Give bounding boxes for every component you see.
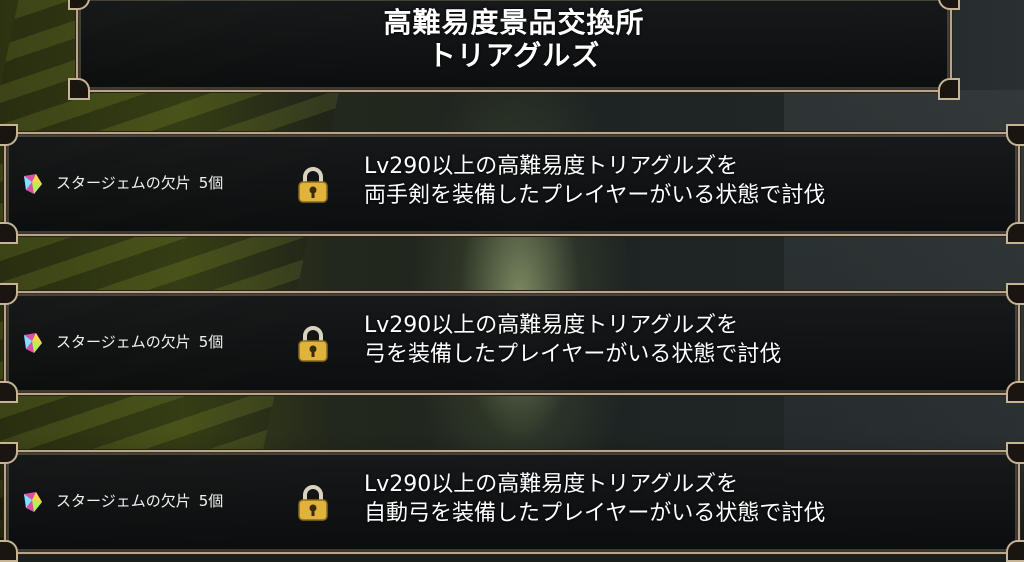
- frame-corner: [0, 222, 18, 244]
- condition-line1: Lv290以上の高難易度トリアグルズを: [364, 313, 739, 338]
- frame-corner: [0, 124, 18, 146]
- reward-item-name: スタージェムの欠片: [56, 492, 191, 510]
- frame-corner: [1006, 124, 1024, 146]
- condition-line1: Lv290以上の高難易度トリアグルズを: [364, 154, 739, 179]
- condition-line2: 弓を装備したプレイヤーがいる状態で討伐: [364, 342, 782, 367]
- frame-corner: [1006, 283, 1024, 305]
- reward-row[interactable]: スタージェムの欠片 5個 Lv290以上の高難易度トリアグルズを 弓を装備したプレ…: [0, 283, 1024, 403]
- reward-quantity: 5個: [198, 333, 224, 351]
- reward-row[interactable]: スタージェムの欠片 5個 Lv290以上の高難易度トリアグルズを 両手剣を装備した…: [0, 124, 1024, 244]
- title-banner: 高難易度景品交換所 トリアグルズ: [68, 0, 960, 100]
- reward-label: スタージェムの欠片 5個: [56, 331, 223, 353]
- gem-shard-icon: [24, 333, 42, 353]
- frame-corner: [1006, 222, 1024, 244]
- condition-line1: Lv290以上の高難易度トリアグルズを: [364, 472, 739, 497]
- gem-shard-icon: [24, 174, 42, 194]
- reward-item-name: スタージェムの欠片: [56, 174, 191, 192]
- unlock-condition: Lv290以上の高難易度トリアグルズを 両手剣を装備したプレイヤーがいる状態で討…: [364, 152, 825, 210]
- frame-corner: [68, 78, 90, 100]
- lock-icon: [298, 167, 328, 203]
- frame-corner: [0, 540, 18, 562]
- lock-icon: [298, 326, 328, 362]
- frame-corner: [0, 283, 18, 305]
- frame-corner: [0, 442, 18, 464]
- page-title-line2: トリアグルズ: [427, 39, 601, 72]
- frame-corner: [1006, 381, 1024, 403]
- reward-quantity: 5個: [198, 492, 224, 510]
- unlock-condition: Lv290以上の高難易度トリアグルズを 自動弓を装備したプレイヤーがいる状態で討…: [364, 470, 825, 528]
- lock-icon: [298, 485, 328, 521]
- frame-corner: [0, 381, 18, 403]
- reward-label: スタージェムの欠片 5個: [56, 172, 223, 194]
- condition-line2: 自動弓を装備したプレイヤーがいる状態で討伐: [364, 501, 826, 526]
- frame-corner: [1006, 442, 1024, 464]
- unlock-condition: Lv290以上の高難易度トリアグルズを 弓を装備したプレイヤーがいる状態で討伐: [364, 311, 781, 369]
- reward-quantity: 5個: [198, 174, 224, 192]
- frame-corner: [938, 78, 960, 100]
- reward-row[interactable]: スタージェムの欠片 5個 Lv290以上の高難易度トリアグルズを 自動弓を装備した…: [0, 442, 1024, 562]
- condition-line2: 両手剣を装備したプレイヤーがいる状態で討伐: [364, 183, 826, 208]
- gem-shard-icon: [24, 492, 42, 512]
- reward-label: スタージェムの欠片 5個: [56, 490, 223, 512]
- page-title: 高難易度景品交換所 トリアグルズ: [78, 6, 950, 72]
- page-title-line1: 高難易度景品交換所: [383, 6, 645, 39]
- reward-item-name: スタージェムの欠片: [56, 333, 191, 351]
- frame-corner: [1006, 540, 1024, 562]
